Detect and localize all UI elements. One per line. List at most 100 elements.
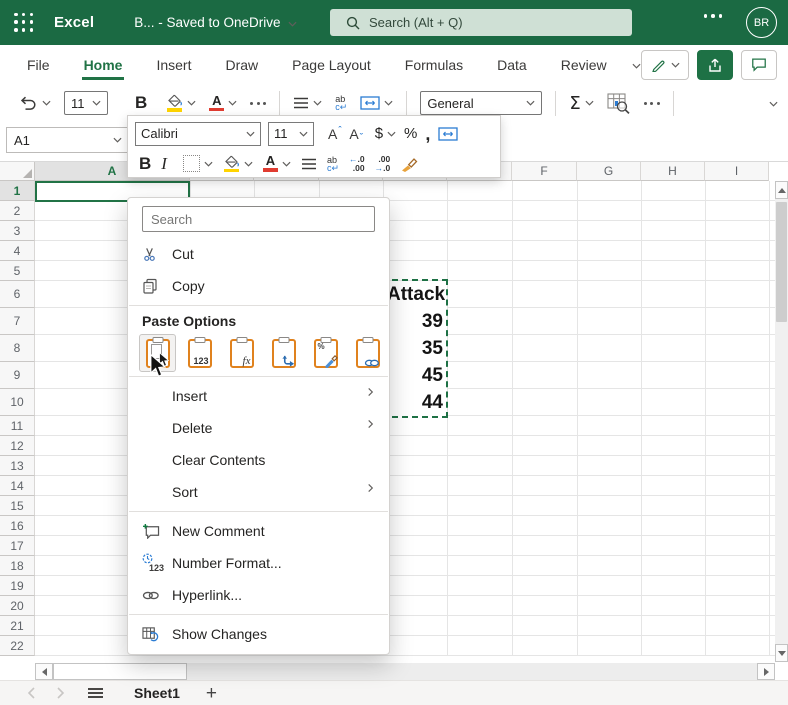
paste-button[interactable] bbox=[139, 334, 176, 372]
mini-bold-button[interactable]: B bbox=[139, 154, 151, 174]
percent-format-button[interactable]: % bbox=[404, 125, 417, 142]
app-launcher-waffle-icon[interactable] bbox=[14, 13, 34, 33]
paste-transpose-button[interactable] bbox=[265, 334, 302, 372]
column-header-i[interactable]: I bbox=[705, 162, 769, 181]
column-header-h[interactable]: H bbox=[641, 162, 705, 181]
tab-page-layout[interactable]: Page Layout bbox=[275, 45, 388, 84]
row-header-7[interactable]: 7 bbox=[0, 308, 35, 335]
row-header-1[interactable]: 1 bbox=[0, 181, 35, 201]
horizontal-scroll-thumb[interactable] bbox=[53, 663, 187, 680]
menu-item-cut[interactable]: Cut bbox=[128, 238, 389, 270]
row-header-2[interactable]: 2 bbox=[0, 201, 35, 221]
scroll-up-button[interactable] bbox=[775, 181, 788, 199]
paste-link-button[interactable] bbox=[349, 334, 386, 372]
menu-item-sort[interactable]: Sort bbox=[128, 476, 389, 508]
currency-format-button[interactable]: $ bbox=[375, 125, 396, 142]
mini-italic-button[interactable]: I bbox=[161, 154, 167, 174]
analyze-data-button[interactable] bbox=[607, 93, 631, 114]
vertical-scrollbar[interactable] bbox=[775, 181, 788, 662]
editing-mode-button[interactable] bbox=[641, 50, 689, 80]
column-header-g[interactable]: G bbox=[577, 162, 641, 181]
menu-item-clear-contents[interactable]: Clear Contents bbox=[128, 444, 389, 476]
align-button[interactable] bbox=[293, 97, 322, 109]
row-header-11[interactable]: 11 bbox=[0, 416, 35, 436]
font-size-select[interactable]: 11 bbox=[64, 91, 108, 115]
comma-format-button[interactable]: , bbox=[425, 129, 430, 139]
global-search-box[interactable]: Search (Alt + Q) bbox=[330, 9, 632, 36]
format-painter-button[interactable] bbox=[400, 156, 418, 172]
decrease-font-size-button[interactable]: Aˇ bbox=[349, 126, 362, 142]
row-header-21[interactable]: 21 bbox=[0, 616, 35, 636]
column-header-f[interactable]: F bbox=[512, 162, 577, 181]
cell-value[interactable]: 35 bbox=[383, 335, 447, 362]
row-header-18[interactable]: 18 bbox=[0, 556, 35, 576]
row-header-9[interactable]: 9 bbox=[0, 362, 35, 389]
row-header-14[interactable]: 14 bbox=[0, 476, 35, 496]
mini-wrap-text-button[interactable]: abc↵ bbox=[327, 156, 339, 172]
row-header-17[interactable]: 17 bbox=[0, 536, 35, 556]
bold-button[interactable]: B bbox=[135, 93, 147, 113]
tab-draw[interactable]: Draw bbox=[208, 45, 275, 84]
tab-data[interactable]: Data bbox=[480, 45, 544, 84]
autosum-button[interactable]: Σ bbox=[569, 93, 593, 114]
row-header-10[interactable]: 10 bbox=[0, 389, 35, 416]
avatar[interactable]: BR bbox=[746, 7, 777, 38]
more-font-options-icon[interactable] bbox=[250, 102, 266, 105]
document-title[interactable]: B... - Saved to OneDrive bbox=[134, 15, 296, 30]
more-tabs-chevron[interactable] bbox=[632, 56, 641, 74]
increase-decimal-button[interactable]: .00→.0 bbox=[375, 155, 391, 172]
sheet-tab-sheet1[interactable]: Sheet1 bbox=[122, 685, 192, 701]
cell-value[interactable]: 44 bbox=[383, 389, 447, 416]
more-options-icon[interactable] bbox=[704, 14, 723, 18]
menu-item-insert[interactable]: Insert bbox=[128, 380, 389, 412]
comments-button[interactable] bbox=[741, 50, 777, 80]
row-header-6[interactable]: 6 bbox=[0, 281, 35, 308]
row-header-4[interactable]: 4 bbox=[0, 241, 35, 261]
menu-item-number-format[interactable]: 123Number Format... bbox=[128, 547, 389, 579]
menu-item-copy[interactable]: Copy bbox=[128, 270, 389, 302]
fill-color-button[interactable] bbox=[166, 94, 196, 112]
mini-font-color-button[interactable]: A bbox=[263, 155, 291, 172]
menu-item-show-changes[interactable]: Show Changes bbox=[128, 618, 389, 650]
merge-cells-button[interactable] bbox=[360, 96, 393, 110]
name-box[interactable]: A1 bbox=[6, 127, 130, 153]
previous-sheet-button[interactable] bbox=[16, 687, 46, 699]
font-name-select[interactable]: Calibri bbox=[135, 122, 261, 146]
paste-formulas-button[interactable]: fx bbox=[223, 334, 260, 372]
horizontal-scrollbar[interactable] bbox=[35, 663, 775, 680]
row-header-20[interactable]: 20 bbox=[0, 596, 35, 616]
undo-button[interactable] bbox=[18, 96, 51, 111]
vertical-scroll-thumb[interactable] bbox=[776, 202, 787, 322]
row-header-8[interactable]: 8 bbox=[0, 335, 35, 362]
decrease-decimal-button[interactable]: ←.0.00 bbox=[349, 155, 365, 172]
tab-file[interactable]: File bbox=[10, 45, 67, 84]
add-sheet-button[interactable]: + bbox=[206, 684, 217, 703]
row-header-5[interactable]: 5 bbox=[0, 261, 35, 281]
row-header-19[interactable]: 19 bbox=[0, 576, 35, 596]
row-header-12[interactable]: 12 bbox=[0, 436, 35, 456]
more-toolbar-options-icon[interactable] bbox=[644, 102, 660, 105]
all-sheets-button[interactable] bbox=[76, 685, 114, 700]
menu-item-new-comment[interactable]: New Comment bbox=[128, 515, 389, 547]
row-header-22[interactable]: 22 bbox=[0, 636, 35, 656]
cell-value[interactable]: Attack bbox=[383, 281, 447, 308]
tab-review[interactable]: Review bbox=[544, 45, 624, 84]
mini-font-size-select[interactable]: 11 bbox=[268, 122, 314, 146]
scroll-right-button[interactable] bbox=[757, 663, 775, 680]
next-sheet-button[interactable] bbox=[46, 687, 76, 699]
cell-value[interactable]: 39 bbox=[383, 308, 447, 335]
row-header-15[interactable]: 15 bbox=[0, 496, 35, 516]
mini-fill-color-button[interactable] bbox=[223, 155, 253, 173]
scroll-down-button[interactable] bbox=[775, 644, 788, 662]
collapse-ribbon-chevron[interactable] bbox=[769, 94, 778, 112]
scroll-left-button[interactable] bbox=[35, 663, 53, 680]
increase-font-size-button[interactable]: Aˆ bbox=[328, 126, 341, 142]
tab-home[interactable]: Home bbox=[67, 45, 140, 84]
paste-values-button[interactable]: 123 bbox=[181, 334, 218, 372]
context-menu-search-input[interactable] bbox=[142, 206, 375, 232]
paste-formatting-button[interactable]: % bbox=[307, 334, 344, 372]
wrap-text-button[interactable]: abc↵ bbox=[335, 95, 347, 111]
menu-item-delete[interactable]: Delete bbox=[128, 412, 389, 444]
mini-align-button[interactable] bbox=[301, 158, 317, 170]
number-format-select[interactable]: General bbox=[420, 91, 542, 115]
